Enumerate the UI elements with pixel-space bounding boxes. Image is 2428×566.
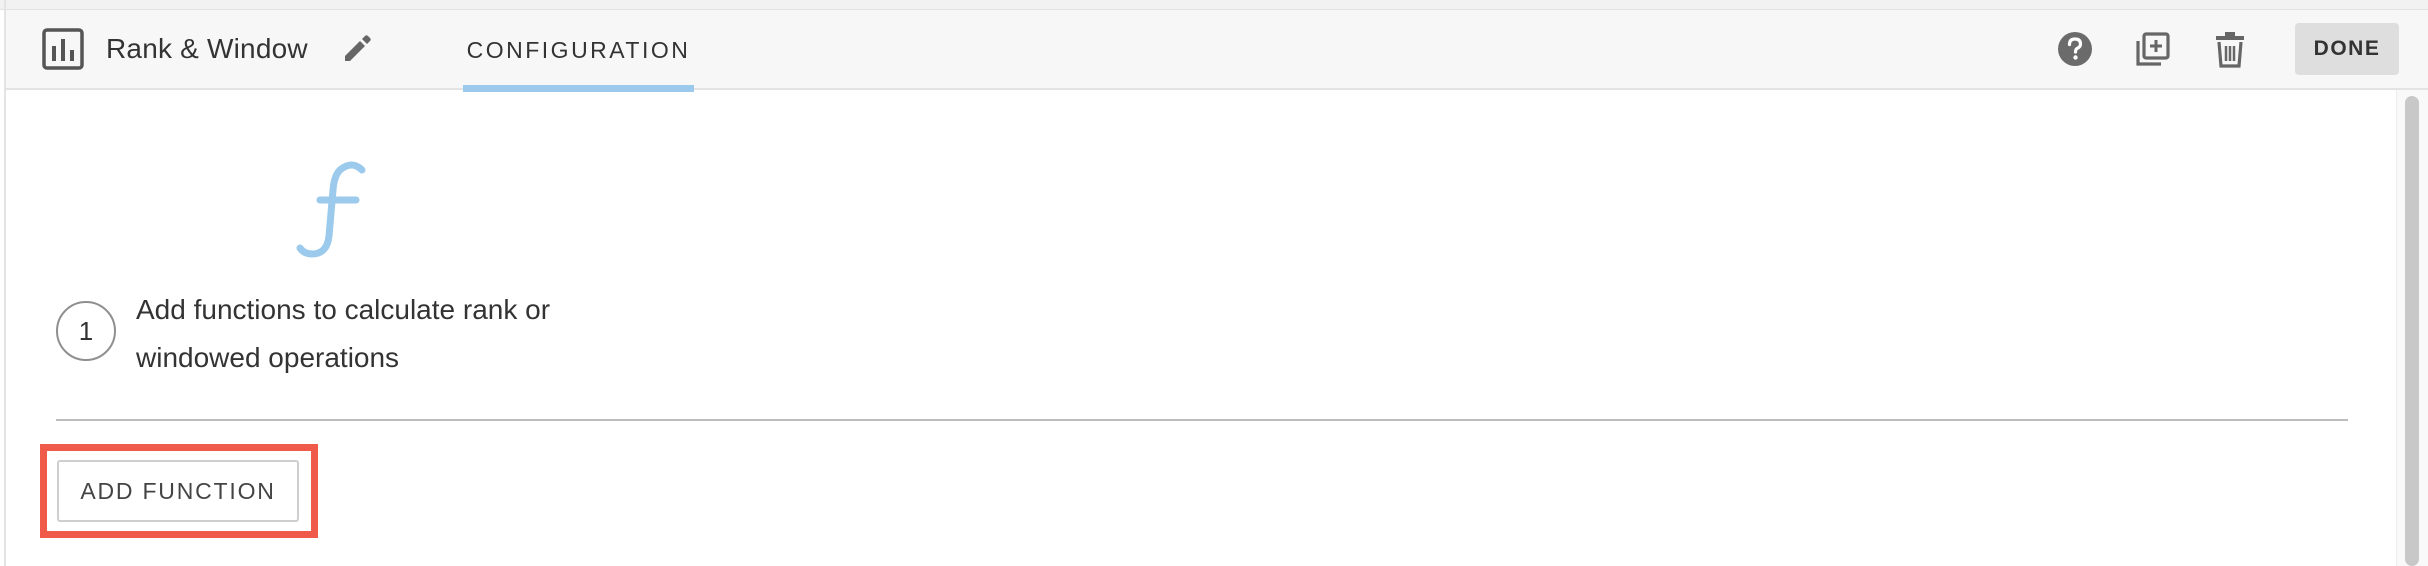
step-title: Rank & Window <box>106 33 308 64</box>
hint-text-line-2: windowed operations <box>136 342 400 373</box>
add-function-button[interactable]: ADD FUNCTION <box>57 460 299 522</box>
tab-configuration[interactable]: CONFIGURATION <box>463 10 694 92</box>
divider <box>56 419 2348 421</box>
done-button[interactable]: DONE <box>2295 23 2399 75</box>
help-icon[interactable] <box>2052 26 2098 72</box>
function-icon <box>290 158 380 262</box>
hint-text-line-1: Add functions to calculate rank or <box>136 294 551 325</box>
pencil-icon[interactable] <box>340 32 374 66</box>
step-header: Rank & Window CONFIGURATION DONE <box>6 10 2428 92</box>
bar-chart-icon <box>42 28 84 70</box>
top-strip <box>0 0 2428 10</box>
step-number-badge: 1 <box>56 301 116 361</box>
trash-icon[interactable] <box>2207 26 2253 72</box>
copy-icon[interactable] <box>2130 26 2176 72</box>
tab-configuration-label: CONFIGURATION <box>466 37 691 63</box>
scrollbar[interactable] <box>2396 90 2428 566</box>
hint-text: Add functions to calculate rank or windo… <box>136 286 656 382</box>
scrollbar-thumb[interactable] <box>2405 96 2419 566</box>
tab-active-indicator <box>463 85 694 92</box>
